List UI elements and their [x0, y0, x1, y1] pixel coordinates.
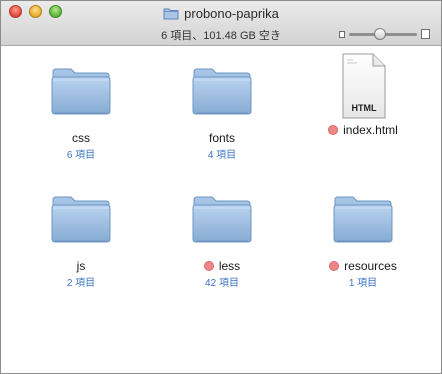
- red-label-dot: [328, 124, 339, 135]
- folder-icon: [163, 7, 179, 20]
- small-document-icon: [339, 31, 345, 38]
- slider-knob[interactable]: [373, 28, 386, 40]
- title-bar[interactable]: probono-paprika 6 項目、101.48 GB 空き: [1, 1, 441, 46]
- item-name: css: [72, 130, 90, 145]
- icon-size-slider[interactable]: [339, 28, 431, 40]
- item-js[interactable]: js 2 項目: [21, 186, 141, 289]
- item-count: 1 項目: [348, 278, 378, 289]
- item-css[interactable]: css 6 項目: [21, 58, 141, 161]
- red-label-dot: [329, 260, 340, 271]
- item-count: [303, 138, 423, 151]
- item-fonts[interactable]: fonts 4 項目: [162, 58, 282, 161]
- folder-icon[interactable]: [190, 58, 254, 122]
- window-title-text: probono-paprika: [184, 5, 279, 21]
- folder-icon[interactable]: [49, 58, 113, 122]
- item-index-html[interactable]: HTML index.html: [303, 50, 423, 151]
- folder-icon[interactable]: [190, 186, 254, 250]
- item-name: less: [218, 258, 241, 273]
- item-count: 42 項目: [205, 278, 239, 289]
- item-less[interactable]: less 42 項目: [162, 186, 282, 289]
- item-name: fonts: [208, 130, 235, 145]
- item-name: js: [76, 258, 86, 273]
- item-count: 2 項目: [66, 278, 96, 289]
- item-count: 6 項目: [66, 150, 96, 161]
- item-name: resources: [344, 258, 397, 273]
- html-badge-text: HTML: [352, 103, 377, 113]
- finder-window: probono-paprika 6 項目、101.48 GB 空き css 6 …: [0, 0, 442, 374]
- folder-icon[interactable]: [331, 186, 395, 250]
- item-count: 4 項目: [207, 150, 237, 161]
- window-title: probono-paprika: [1, 4, 441, 22]
- large-document-icon: [421, 29, 430, 39]
- item-resources[interactable]: resources 1 項目: [303, 186, 423, 289]
- item-name: index.html: [343, 122, 398, 137]
- folder-icon[interactable]: [49, 186, 113, 250]
- html-file-icon[interactable]: HTML: [331, 50, 395, 122]
- red-label-dot: [203, 260, 214, 271]
- file-icon-view[interactable]: css 6 項目 fonts 4 項目 HTML index.html js 2…: [1, 46, 441, 373]
